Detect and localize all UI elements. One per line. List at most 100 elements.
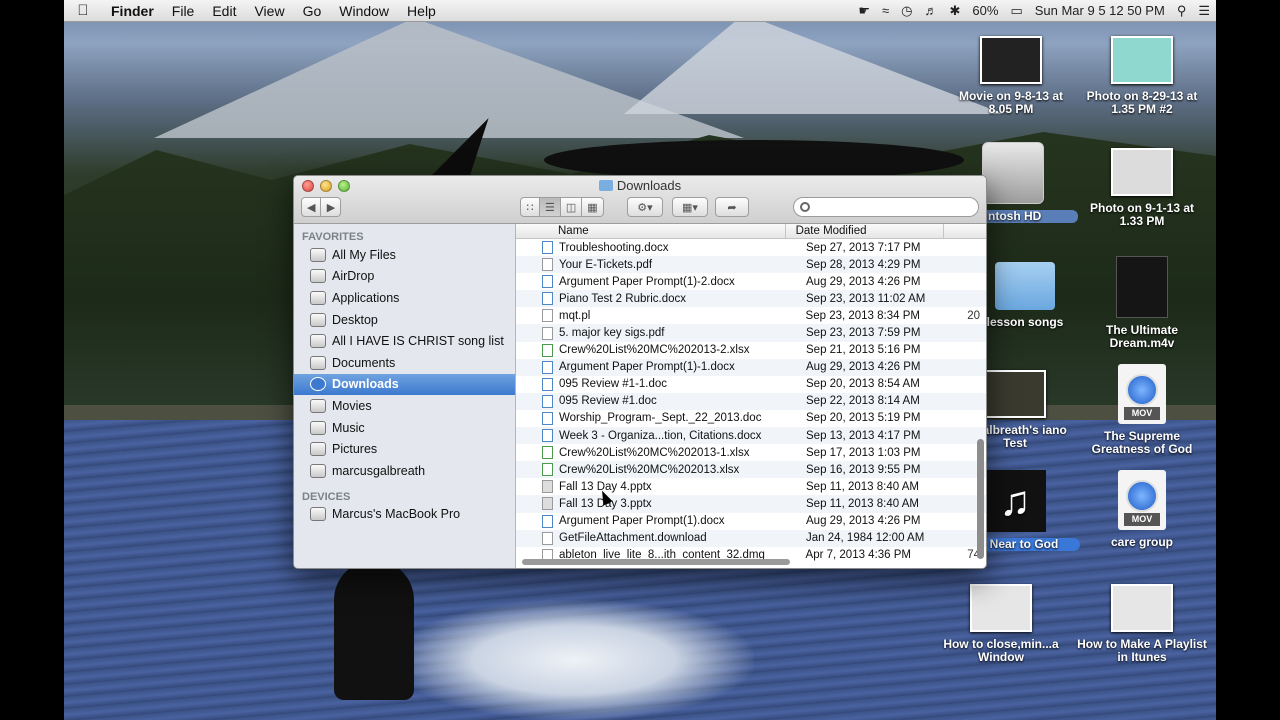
file-row[interactable]: Troubleshooting.docx Sep 27, 2013 7:17 PM [516,239,986,257]
file-date-modified: Aug 29, 2013 4:26 PM [806,361,921,374]
time-machine-icon[interactable]: ◷ [895,3,918,19]
desktop-icon-supreme-greatness[interactable]: MOV The Supreme Greatness of God [1077,364,1207,456]
cover-flow-button[interactable]: ▦ [582,197,604,217]
file-ppt-icon [542,497,553,511]
file-row[interactable]: 095 Review #1-1.doc Sep 20, 2013 8:54 AM [516,375,986,393]
menu-clock[interactable]: Sun Mar 9 5 12 50 PM [1029,3,1171,18]
file-name: Argument Paper Prompt(1)-2.docx [559,275,735,288]
window-titlebar[interactable]: Downloads ◀ ▶ ∷ ☰ ◫ ▦ ⚙▾ ▦▾ ➦ [294,176,986,224]
volume-icon[interactable]: ♬ [919,3,944,18]
file-row[interactable]: Your E-Tickets.pdf Sep 28, 2013 4:29 PM [516,256,986,274]
column-view-button[interactable]: ◫ [560,197,583,217]
menu-file[interactable]: File [163,3,204,19]
desktop-icon-how-to-playlist[interactable]: How to Make A Playlist in Itunes [1077,584,1207,664]
sidebar-item-airdrop[interactable]: AirDrop [294,266,515,288]
desktop-icon-care-group[interactable]: MOV care group [1077,470,1207,549]
file-row[interactable]: 095 Review #1.doc Sep 22, 2013 8:14 AM [516,392,986,410]
file-row[interactable]: Fall 13 Day 4.pptx Sep 11, 2013 8:40 AM [516,478,986,496]
apple-menu-icon[interactable]:  [64,2,102,19]
sidebar-item-label: Movies [332,398,372,413]
back-button[interactable]: ◀ [301,197,322,217]
desktop-icon-photo-8-29-13[interactable]: Photo on 8-29-13 at 1.35 PM #2 [1077,36,1207,116]
home-icon [310,463,326,478]
file-xls-icon [542,343,553,357]
sidebar-item-home[interactable]: marcusgalbreath [294,460,515,482]
file-row[interactable]: Worship_Program-_Sept._22_2013.doc Sep 20… [516,409,986,428]
notification-center-icon[interactable]: ☰ [1192,3,1216,19]
sidebar-item-documents[interactable]: Documents [294,352,515,374]
desktop-icon-ultimate-dream[interactable]: The Ultimate Dream.m4v [1077,256,1207,350]
sidebar-item-macbook-pro[interactable]: Marcus's MacBook Pro [294,504,515,526]
horizontal-scrollbar[interactable] [522,559,790,565]
file-row[interactable]: Fall 13 Day 3.pptx Sep 11, 2013 8:40 AM [516,495,986,513]
menu-view[interactable]: View [245,3,293,19]
pictures-icon [310,442,326,457]
sidebar: FAVORITES All My Files AirDrop Applicati… [294,224,516,568]
sidebar-item-song-list[interactable]: All I HAVE IS CHRIST song list [294,330,515,352]
forward-button[interactable]: ▶ [321,197,342,217]
bluetooth-icon[interactable]: ✱ [944,3,967,19]
wifi-icon[interactable]: ≈ [876,3,895,18]
file-row[interactable]: Piano Test 2 Rubric.docx Sep 23, 2013 11:… [516,290,986,308]
icon-view-button[interactable]: ∷ [520,197,540,217]
desktop-icon-how-to-close[interactable]: How to close,min...a Window [936,584,1066,664]
arrange-menu: ▦▾ [672,197,708,217]
file-row[interactable]: Crew%20List%20MC%202013-1.xlsx Sep 17, 20… [516,444,986,462]
menu-window[interactable]: Window [330,3,398,19]
file-name: Troubleshooting.docx [559,241,669,254]
file-row[interactable]: Crew%20List%20MC%202013-2.xlsx Sep 21, 20… [516,341,986,359]
file-row[interactable]: Crew%20List%20MC%202013.xlsx Sep 16, 2013… [516,461,986,479]
column-header-extra[interactable] [944,224,986,238]
search-field[interactable] [793,197,979,217]
kaspersky-icon[interactable]: ☛ [852,3,876,19]
menu-app-finder[interactable]: Finder [102,3,163,19]
sidebar-item-desktop[interactable]: Desktop [294,309,515,331]
sidebar-item-applications[interactable]: Applications [294,287,515,309]
battery-percent[interactable]: 60% [966,3,1004,18]
pillarbox-right [1216,0,1280,720]
file-date-modified: Sep 23, 2013 7:59 PM [806,327,921,340]
file-row[interactable]: 5. major key sigs.pdf Sep 23, 2013 7:59 P… [516,324,986,342]
sidebar-item-movies[interactable]: Movies [294,395,515,417]
file-date-modified: Jan 24, 1984 12:00 AM [806,532,925,545]
file-row[interactable]: mqt.pl Sep 23, 2013 8:34 PM 20 [516,307,986,325]
file-row[interactable]: GetFileAttachment.download Jan 24, 1984 1… [516,529,986,547]
arrange-button[interactable]: ▦▾ [672,197,708,217]
pillarbox-left [0,0,64,720]
file-row[interactable]: Argument Paper Prompt(1)-2.docx Aug 29, 2… [516,273,986,291]
file-date-modified: Apr 7, 2013 4:36 PM [805,549,912,562]
desktop-icon-photo-9-1-13[interactable]: Photo on 9-1-13 at 1.33 PM [1077,148,1207,228]
list-view-button[interactable]: ☰ [540,197,561,217]
desktop-icon-label: The Supreme Greatness of God [1091,429,1193,456]
sidebar-item-music[interactable]: Music [294,417,515,439]
share-button[interactable]: ➦ [715,197,749,217]
sidebar-item-all-my-files[interactable]: All My Files [294,244,515,266]
action-gear-button[interactable]: ⚙▾ [627,197,663,217]
file-doc-icon [542,411,553,425]
file-row[interactable]: Argument Paper Prompt(1).docx Aug 29, 201… [516,512,986,530]
menu-help[interactable]: Help [398,3,445,19]
file-name: 5. major key sigs.pdf [559,327,665,340]
column-header-name[interactable]: Name [516,224,786,238]
vertical-scrollbar[interactable] [977,439,984,559]
menu-edit[interactable]: Edit [203,3,245,19]
column-header-date-modified[interactable]: Date Modified [786,224,944,238]
cover-flow-icon: ▦ [587,201,598,214]
desktop-icon-movie-9-8-13[interactable]: Movie on 9-8-13 at 8.05 PM [946,36,1076,116]
file-name: Crew%20List%20MC%202013-1.xlsx [559,446,750,459]
sidebar-item-pictures[interactable]: Pictures [294,438,515,460]
menu-go[interactable]: Go [294,3,331,19]
wallpaper-orca [334,560,414,700]
battery-icon[interactable]: ▭ [1004,3,1028,19]
file-name: Your E-Tickets.pdf [559,258,653,271]
file-date-modified: Sep 11, 2013 8:40 AM [806,480,919,493]
file-doc-icon [542,377,553,391]
file-row[interactable]: Argument Paper Prompt(1)-1.docx Aug 29, 2… [516,358,986,376]
sidebar-item-downloads[interactable]: Downloads [294,373,515,396]
spotlight-icon[interactable]: ⚲ [1171,3,1193,19]
downloads-icon [310,377,326,392]
grid-icon: ∷ [526,201,534,214]
column-headers: Name Date Modified [516,224,986,239]
file-row[interactable]: Week 3 - Organiza...tion, Citations.docx… [516,427,986,445]
